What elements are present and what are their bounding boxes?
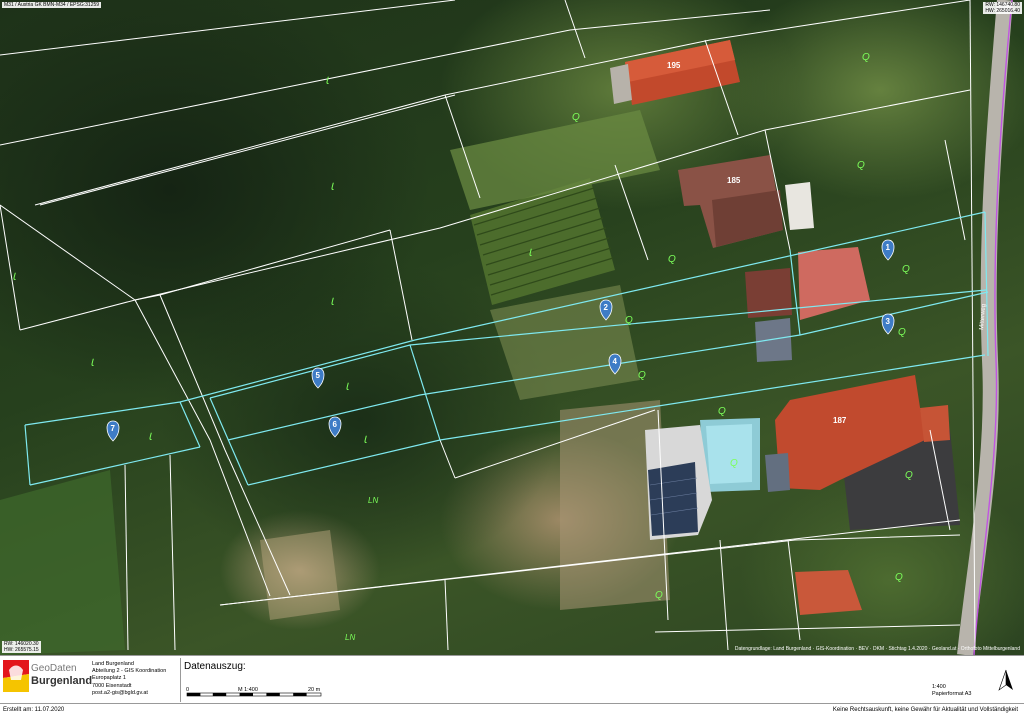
svg-text:Q: Q [898, 327, 906, 338]
svg-text:Q: Q [862, 52, 870, 63]
map-overlay: Mitterweg 195 185 187 Ꙇ Ꙇ Ꙇ Ꙇ Ꙇ Ꙇ Ꙇ Ꙇ Ꙇ … [0, 0, 1013, 655]
scale-info: 1:400 Papierformat A3 [932, 684, 971, 698]
logo-geodaten-text: GeoDaten [31, 663, 77, 674]
building-185 [678, 155, 814, 248]
parcel-marker-5[interactable]: 5 [311, 367, 325, 389]
svg-text:Q: Q [857, 160, 865, 171]
svg-text:Ꙇ: Ꙇ [90, 358, 94, 369]
svg-text:Q: Q [625, 315, 633, 326]
svg-text:Q: Q [655, 590, 663, 601]
address-line: Land Burgenland [92, 661, 134, 667]
svg-text:Ꙇ: Ꙇ [12, 272, 16, 283]
svg-text:Ꙇ: Ꙇ [330, 182, 334, 193]
coordinate-top-right-hw: HW: 265016.40 [983, 8, 1022, 14]
svg-text:7: 7 [111, 424, 116, 433]
address-email: post.a2-gis@bgld.gv.at [92, 689, 148, 696]
svg-text:Q: Q [895, 572, 903, 583]
svg-text:Ꙇ: Ꙇ [345, 382, 349, 393]
disclaimer: Keine Rechtsauskunft, keine Gewähr für A… [832, 707, 1018, 713]
address-line: Abteilung 2 - GIS Koordination [92, 668, 167, 675]
parcel-marker-7[interactable]: 7 [106, 420, 120, 442]
scale-label: M 1:400 [238, 687, 258, 693]
scale-ratio: 1:400 [932, 684, 946, 690]
coordinate-bottom-left-hw: HW: 265575.15 [2, 647, 41, 653]
svg-text:Ꙇ: Ꙇ [528, 248, 532, 259]
scale-bar: 0 M 1:400 20 m [186, 687, 322, 697]
svg-text:Q: Q [902, 264, 910, 275]
svg-text:6: 6 [333, 420, 338, 429]
svg-text:Ꙇ: Ꙇ [363, 435, 367, 446]
svg-text:Q: Q [668, 254, 676, 265]
parcel-marker-3[interactable]: 3 [881, 313, 895, 335]
building-row-middle [745, 247, 870, 362]
svg-text:LN: LN [368, 496, 378, 505]
map-footer: GeoDaten Burgenland Land Burgenland Abte… [0, 655, 1024, 716]
paper-format: Papierformat A3 [932, 691, 972, 697]
address-line: Europaplatz 1 [92, 675, 126, 682]
parcel-marker-1[interactable]: 1 [881, 239, 895, 261]
svg-text:Ꙇ: Ꙇ [330, 297, 334, 308]
svg-text:Q: Q [638, 370, 646, 381]
svg-text:Ꙇ: Ꙇ [148, 432, 152, 443]
svg-text:Q: Q [730, 458, 738, 469]
building-195 [610, 40, 740, 105]
house-number-185: 185 [727, 176, 741, 185]
svg-text:Ꙇ: Ꙇ [325, 76, 329, 87]
map-attribution: Datengrundlage: Land Burgenland · GIS-Ko… [734, 646, 1020, 652]
north-arrow-icon [998, 669, 1013, 691]
footer-divider [180, 658, 181, 702]
scale-end: 20 m [308, 687, 321, 693]
svg-text:1: 1 [886, 243, 891, 252]
svg-text:Q: Q [572, 112, 580, 123]
svg-text:Q: Q [718, 406, 726, 417]
address-line: 7000 Eisenstadt [92, 682, 132, 689]
scale-zero: 0 [186, 687, 189, 693]
geodaten-logo: GeoDaten Burgenland [3, 659, 92, 695]
house-number-195: 195 [667, 61, 681, 70]
solar-building [645, 425, 712, 540]
coordinate-system-label: M31 / Austria GK BMN-M34 / EPSG:31259 [2, 2, 102, 8]
extract-title: Datenauszug: [184, 661, 246, 672]
burgenland-flag-icon [3, 660, 29, 692]
svg-text:LN: LN [345, 633, 355, 642]
parcel-boundaries [0, 0, 976, 651]
address-block: Land Burgenland Abteilung 2 - GIS Koordi… [92, 661, 166, 697]
creation-date: Erstellt am: 11.07.2020 [3, 707, 65, 713]
svg-text:3: 3 [886, 317, 891, 326]
map-view[interactable]: Mitterweg 195 185 187 Ꙇ Ꙇ Ꙇ Ꙇ Ꙇ Ꙇ Ꙇ Ꙇ Ꙇ … [0, 0, 1024, 655]
svg-text:4: 4 [613, 357, 618, 366]
footer-bottom-bar: Erstellt am: 11.07.2020 Keine Rechtsausk… [0, 703, 1024, 716]
svg-text:2: 2 [604, 303, 609, 312]
svg-text:5: 5 [316, 371, 321, 380]
house-number-187: 187 [833, 416, 847, 425]
building-south [795, 570, 862, 615]
parcel-marker-6[interactable]: 6 [328, 416, 342, 438]
svg-text:Q: Q [905, 470, 913, 481]
logo-burgenland-text: Burgenland [31, 675, 93, 687]
